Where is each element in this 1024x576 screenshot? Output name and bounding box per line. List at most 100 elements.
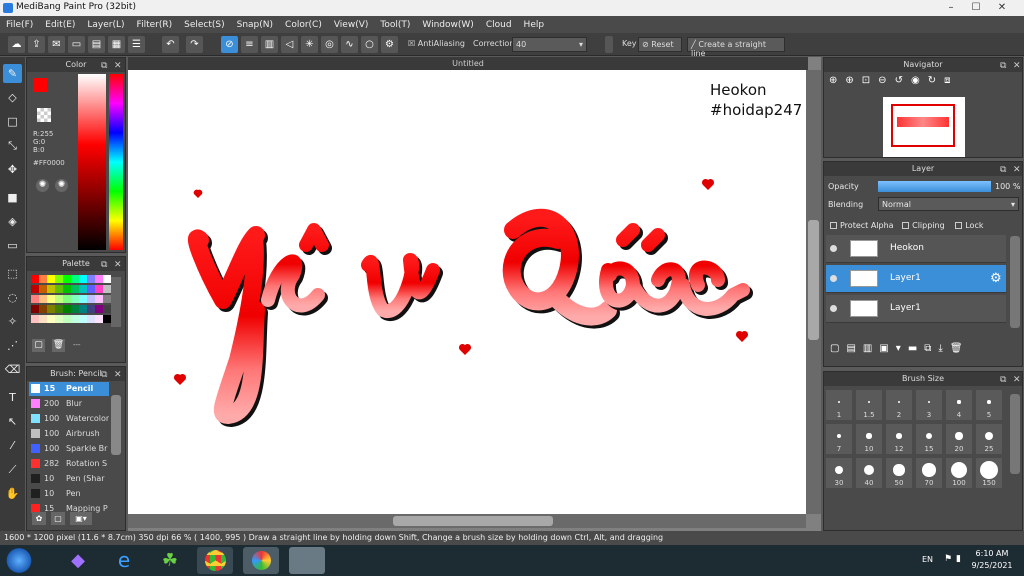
close-icon[interactable]: ✕: [114, 258, 122, 272]
brush-size-option[interactable]: 2: [886, 390, 912, 420]
folder-icon[interactable]: ▬: [908, 343, 924, 354]
curve-snap-icon[interactable]: ∿: [341, 36, 358, 53]
dot-tool-icon[interactable]: ⤡: [3, 136, 22, 155]
opacity-slider[interactable]: [878, 181, 991, 192]
menu-layer[interactable]: Layer(L): [87, 20, 124, 30]
new-layer-icon[interactable]: ▢: [830, 343, 846, 354]
cloud-icon[interactable]: ☁: [8, 36, 25, 53]
close-icon[interactable]: ✕: [996, 2, 1008, 14]
palette-swatch[interactable]: [79, 275, 87, 283]
concentric-snap-icon[interactable]: ◎: [321, 36, 338, 53]
settings-icon[interactable]: ⚙: [381, 36, 398, 53]
chat-icon[interactable]: ▭: [68, 36, 85, 53]
palette-swatch[interactable]: [103, 275, 111, 283]
palette-swatch[interactable]: [71, 295, 79, 303]
palette-swatch[interactable]: [79, 295, 87, 303]
rotate-reset-icon[interactable]: ◉: [911, 75, 928, 86]
palette-swatch[interactable]: [39, 275, 47, 283]
close-icon[interactable]: ✕: [1013, 163, 1021, 177]
eraser-tool-icon[interactable]: ◇: [3, 88, 22, 107]
document-icon[interactable]: ▤: [88, 36, 105, 53]
layer-row[interactable]: Heokon: [826, 235, 1006, 263]
palette-swatch[interactable]: [71, 275, 79, 283]
delete-layer-icon[interactable]: 🗑: [950, 343, 970, 354]
brush-item[interactable]: 100 Airbrush: [29, 427, 109, 441]
internet-explorer-icon[interactable]: e: [106, 547, 142, 574]
popout-icon[interactable]: ⧉: [1000, 373, 1006, 387]
flip-icon[interactable]: ⧈: [944, 75, 958, 86]
popout-icon[interactable]: ⧉: [101, 258, 107, 272]
select-tool-icon[interactable]: ⬚: [3, 264, 22, 283]
protect-alpha-checkbox[interactable]: Protect Alpha: [830, 221, 894, 230]
palette-swatch[interactable]: [31, 315, 39, 323]
saturation-brightness-field[interactable]: [78, 74, 106, 250]
palette-swatch[interactable]: [87, 295, 95, 303]
brush-size-option[interactable]: 3: [916, 390, 942, 420]
duplicate-layer-icon[interactable]: ⧉: [924, 343, 938, 354]
brush-item[interactable]: 10 Pen: [29, 487, 109, 501]
brush-size-option[interactable]: 50: [886, 458, 912, 488]
snap-off-icon[interactable]: ⊘: [221, 36, 238, 53]
brush-size-option[interactable]: 1: [826, 390, 852, 420]
reset-button[interactable]: ⊘ Reset: [638, 37, 682, 52]
lasso-tool-icon[interactable]: ◌: [3, 288, 22, 307]
hue-slider[interactable]: [109, 74, 123, 250]
clipping-checkbox[interactable]: Clipping: [902, 221, 945, 230]
brush-item[interactable]: 200 Blur: [29, 397, 109, 411]
palette-swatch[interactable]: [47, 275, 55, 283]
palette-swatch[interactable]: [31, 285, 39, 293]
share-icon[interactable]: ⇪: [28, 36, 45, 53]
palette-swatch[interactable]: [71, 285, 79, 293]
redo-icon[interactable]: ↷: [186, 36, 203, 53]
palette-swatch[interactable]: [95, 285, 103, 293]
palette-swatch[interactable]: [63, 275, 71, 283]
brush-size-option[interactable]: 25: [976, 424, 1002, 454]
correction-select[interactable]: 40 ▾: [512, 37, 587, 52]
text-tool-icon[interactable]: T: [3, 388, 22, 407]
rect-tool-icon[interactable]: □: [3, 112, 22, 131]
close-icon[interactable]: ✕: [1013, 373, 1021, 387]
circle-snap-icon[interactable]: ○: [361, 36, 378, 53]
brush-size-option[interactable]: 1.5: [856, 390, 882, 420]
palette-swatch[interactable]: [31, 295, 39, 303]
brush-size-option[interactable]: 4: [946, 390, 972, 420]
layer-scrollbar[interactable]: [1010, 236, 1020, 328]
canvas-horizontal-scrollbar[interactable]: [128, 514, 806, 528]
menu-edit[interactable]: Edit(E): [45, 20, 75, 30]
hand-tool-icon[interactable]: ✋: [3, 484, 22, 503]
palette-swatch[interactable]: [103, 305, 111, 313]
palette-swatch[interactable]: [63, 285, 71, 293]
color-set-icon[interactable]: ✺: [55, 179, 68, 192]
palette-swatch[interactable]: [103, 295, 111, 303]
brush-size-option[interactable]: 12: [886, 424, 912, 454]
menu-filter[interactable]: Filter(R): [137, 20, 173, 30]
straight-line-button[interactable]: ╱ Create a straight line: [687, 37, 785, 58]
close-icon[interactable]: ✕: [114, 59, 122, 73]
undo-icon[interactable]: ↶: [162, 36, 179, 53]
palette-scrollbar[interactable]: [111, 277, 121, 327]
palette-swatch[interactable]: [31, 275, 39, 283]
color-wheel-icon[interactable]: ✺: [36, 179, 49, 192]
palette-swatch[interactable]: [47, 315, 55, 323]
correction-slider[interactable]: [605, 36, 613, 53]
rotate-left-icon[interactable]: ↺: [895, 75, 911, 86]
menu-cloud[interactable]: Cloud: [486, 20, 512, 30]
brush-tool-icon[interactable]: ✎: [3, 64, 22, 83]
palette-swatch[interactable]: [71, 315, 79, 323]
visibility-icon[interactable]: [830, 275, 837, 282]
palette-swatch[interactable]: [55, 295, 63, 303]
canvas[interactable]: Heokon #hoidap247: [128, 70, 806, 514]
brush-item[interactable]: 282 Rotation S: [29, 457, 109, 471]
duplicate-brush-icon[interactable]: ▢: [51, 512, 65, 525]
transparent-color-swatch[interactable]: [37, 108, 51, 122]
brush-size-option[interactable]: 30: [826, 458, 852, 488]
palette-swatch[interactable]: [79, 305, 87, 313]
palette-swatch[interactable]: [39, 295, 47, 303]
popout-icon[interactable]: ⧉: [1000, 59, 1006, 73]
palette-swatch[interactable]: [87, 315, 95, 323]
layer-row[interactable]: Layer1 ⚙: [826, 265, 1006, 293]
delete-palette-icon[interactable]: 🗑: [52, 339, 65, 352]
fill-rect-tool-icon[interactable]: ■: [3, 188, 22, 207]
palette-swatch[interactable]: [47, 295, 55, 303]
new-8bit-layer-icon[interactable]: ▥: [863, 343, 879, 354]
